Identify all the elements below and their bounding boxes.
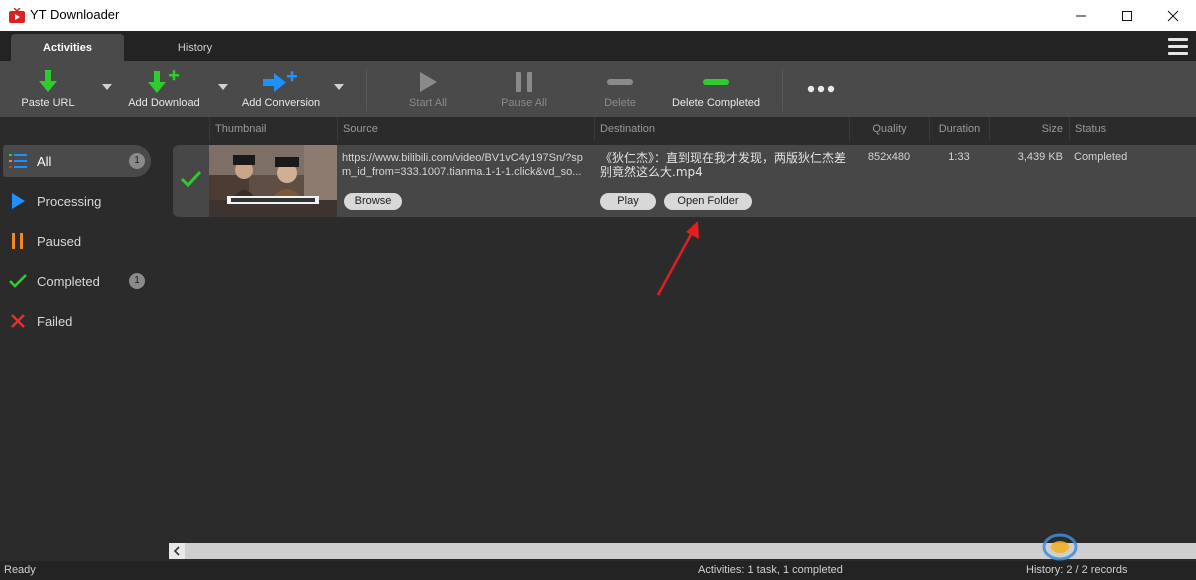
sidebar-label-completed: Completed <box>37 273 100 289</box>
pause-icon <box>9 232 27 250</box>
completed-check-icon <box>180 170 202 188</box>
x-icon <box>9 312 27 330</box>
minimize-icon <box>1076 15 1086 16</box>
quality-value: 852x480 <box>867 151 911 163</box>
toolbar-divider <box>782 69 783 111</box>
source-url: https://www.bilibili.com/video/BV1vC4y19… <box>342 152 583 178</box>
paste-url-button[interactable]: Paste URL <box>18 61 78 117</box>
count-badge: 1 <box>129 273 145 289</box>
add-download-icon <box>148 70 179 93</box>
table-row[interactable]: https://www.bilibili.com/video/BV1vC4y19… <box>173 145 1196 217</box>
col-thumbnail[interactable]: Thumbnail <box>209 117 337 141</box>
status-bar: Ready Activities: 1 task, 1 completed Hi… <box>0 561 1196 580</box>
start-all-label: Start All <box>409 97 447 109</box>
sidebar-item-processing[interactable]: Processing <box>3 185 151 217</box>
app-logo-icon <box>9 8 25 23</box>
browse-button[interactable]: Browse <box>344 193 402 210</box>
maximize-button[interactable] <box>1104 0 1150 31</box>
add-download-button[interactable]: Add Download <box>126 61 202 117</box>
more-button[interactable] <box>804 61 838 117</box>
paste-url-label: Paste URL <box>21 97 75 109</box>
toolbar: Paste URL Add Download Add Conversion St… <box>0 61 1196 117</box>
sidebar-label-processing: Processing <box>37 193 102 209</box>
count-badge: 1 <box>129 153 145 169</box>
sidebar-item-all[interactable]: All 1 <box>3 145 151 177</box>
duration-value: 1:33 <box>948 151 970 163</box>
sidebar-label-paused: Paused <box>37 233 82 249</box>
destination-file: 《狄仁杰》：直到现在我才发现，两版狄仁杰差别竟然这么大.mp4 <box>600 151 847 179</box>
col-source[interactable]: Source <box>337 117 594 141</box>
play-icon <box>420 72 437 92</box>
col-destination[interactable]: Destination <box>594 117 849 141</box>
add-conversion-dropdown-icon[interactable] <box>334 84 344 90</box>
add-conversion-button[interactable]: Add Conversion <box>240 61 322 117</box>
column-header: Thumbnail Source Destination Quality Dur… <box>0 117 1196 141</box>
video-thumbnail <box>209 145 337 217</box>
close-button[interactable] <box>1150 0 1196 31</box>
play-icon <box>9 192 27 210</box>
sidebar-item-paused[interactable]: Paused <box>3 225 151 257</box>
tab-history[interactable]: History <box>140 34 250 61</box>
play-button[interactable]: Play <box>600 193 656 210</box>
sidebar-label-all: All <box>37 153 52 169</box>
col-duration[interactable]: Duration <box>929 117 989 141</box>
pause-all-label: Pause All <box>501 97 547 109</box>
col-size[interactable]: Size <box>989 117 1069 141</box>
status-activities: Activities: 1 task, 1 completed <box>698 564 843 576</box>
start-all-button[interactable]: Start All <box>402 61 454 117</box>
menu-icon[interactable] <box>1168 38 1188 56</box>
minus-icon <box>607 79 633 85</box>
sidebar-label-failed: Failed <box>37 313 73 329</box>
window-title: YT Downloader <box>30 7 120 22</box>
add-conversion-icon <box>263 71 297 92</box>
pause-icon <box>516 72 532 92</box>
maximize-icon <box>1122 10 1132 21</box>
status-value: Completed <box>1074 151 1128 163</box>
pause-all-button[interactable]: Pause All <box>496 61 552 117</box>
minimize-button[interactable] <box>1058 0 1104 31</box>
delete-completed-label: Delete Completed <box>671 97 761 109</box>
add-download-label: Add Download <box>128 97 200 109</box>
delete-button[interactable]: Delete <box>596 61 644 117</box>
download-arrow-icon <box>39 70 57 92</box>
sidebar-item-failed[interactable]: Failed <box>3 305 151 337</box>
close-icon <box>1167 10 1179 21</box>
title-bar: YT Downloader <box>0 0 1196 31</box>
list-icon <box>9 152 27 170</box>
delete-label: Delete <box>604 97 636 109</box>
tab-activities[interactable]: Activities <box>11 34 124 61</box>
open-folder-button[interactable]: Open Folder <box>664 193 752 210</box>
toolbar-divider <box>366 69 367 111</box>
sidebar: All 1 Processing Paused Completed 1 Fail… <box>0 141 160 541</box>
paste-url-dropdown-icon[interactable] <box>102 84 112 90</box>
check-icon <box>9 272 27 290</box>
minus-green-icon <box>703 79 729 85</box>
scroll-left-icon[interactable] <box>169 543 185 559</box>
col-status[interactable]: Status <box>1069 117 1196 141</box>
delete-completed-button[interactable]: Delete Completed <box>668 61 764 117</box>
tab-bar: Activities History <box>0 31 1196 61</box>
add-download-dropdown-icon[interactable] <box>218 84 228 90</box>
col-quality[interactable]: Quality <box>849 117 929 141</box>
watermark-logo <box>1042 533 1078 561</box>
status-ready: Ready <box>4 564 36 576</box>
sidebar-item-completed[interactable]: Completed 1 <box>3 265 151 297</box>
add-conversion-label: Add Conversion <box>241 97 321 109</box>
annotation-arrow-icon <box>656 221 699 296</box>
size-value: 3,439 KB <box>1017 151 1063 163</box>
more-dots-icon <box>807 85 835 93</box>
